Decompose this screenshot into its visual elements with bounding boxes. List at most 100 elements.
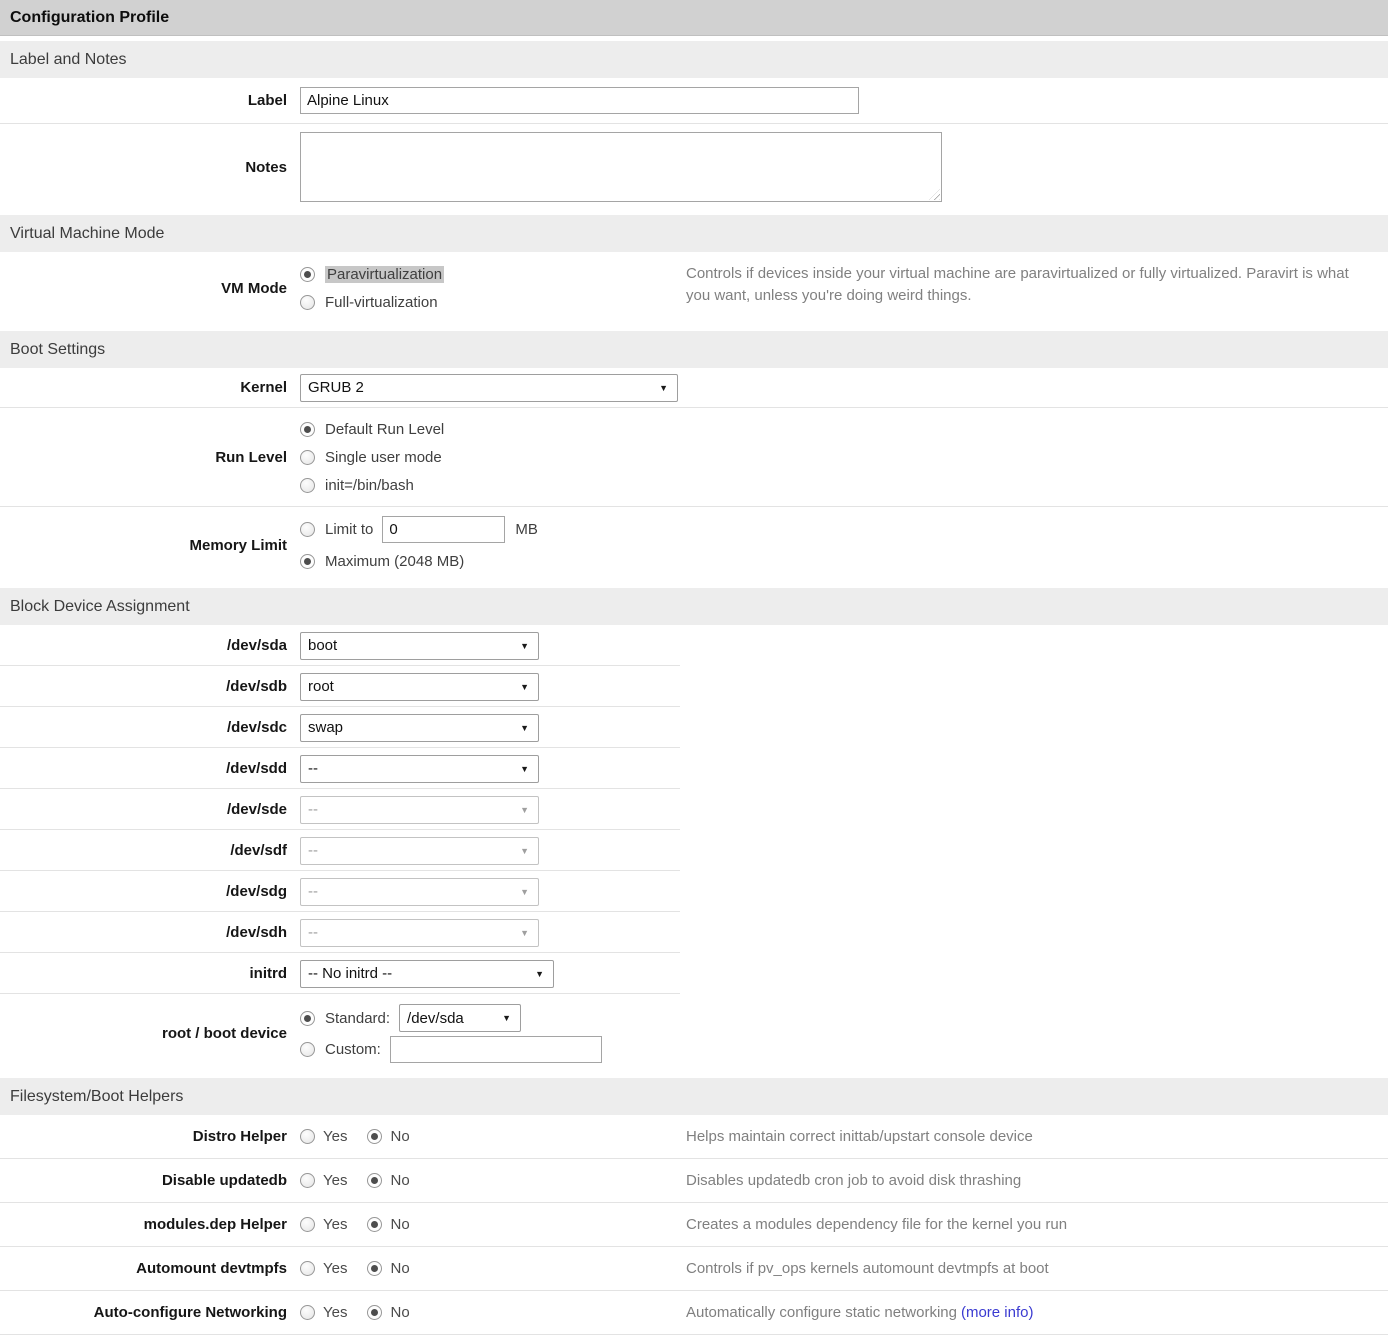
dev-sda-label: /dev/sda <box>0 637 300 654</box>
disable-updatedb-row: Disable updatedb Yes No Disables updated… <box>0 1159 1388 1203</box>
memory-limit-to-label[interactable]: Limit to <box>325 521 373 538</box>
notes-textarea[interactable] <box>300 132 942 202</box>
modules-dep-yes-label[interactable]: Yes <box>323 1216 347 1233</box>
automount-devtmpfs-yes-radio[interactable] <box>300 1261 315 1276</box>
vm-mode-full-virtualization-radio[interactable] <box>300 295 315 310</box>
disable-updatedb-yes-label[interactable]: Yes <box>323 1172 347 1189</box>
run-level-default-radio[interactable] <box>300 422 315 437</box>
modules-dep-no-radio[interactable] <box>367 1217 382 1232</box>
dev-sdh-label: /dev/sdh <box>0 924 300 941</box>
chevron-down-icon: ▼ <box>520 805 529 815</box>
automount-devtmpfs-row: Automount devtmpfs Yes No Controls if pv… <box>0 1247 1388 1291</box>
device-row-sdg: /dev/sdg -- ▼ <box>0 871 1388 912</box>
label-row: Label <box>0 78 1388 124</box>
auto-configure-networking-no-label[interactable]: No <box>390 1304 409 1321</box>
automount-devtmpfs-no-radio[interactable] <box>367 1261 382 1276</box>
dev-sdc-select[interactable]: swap ▼ <box>300 714 539 742</box>
chevron-down-icon: ▼ <box>502 1013 511 1023</box>
memory-limit-input[interactable] <box>382 516 505 543</box>
device-row-sdc: /dev/sdc swap ▼ <box>0 707 1388 748</box>
initrd-select[interactable]: -- No initrd -- ▼ <box>300 960 554 988</box>
vm-mode-paravirtualization-label[interactable]: Paravirtualization <box>325 266 444 283</box>
distro-helper-row: Distro Helper Yes No Helps maintain corr… <box>0 1115 1388 1159</box>
device-row-sdf: /dev/sdf -- ▼ <box>0 830 1388 871</box>
chevron-down-icon: ▼ <box>535 969 544 979</box>
section-header-vm-mode: Virtual Machine Mode <box>0 215 1388 252</box>
root-device-standard-label[interactable]: Standard: <box>325 1010 390 1027</box>
chevron-down-icon: ▼ <box>520 928 529 938</box>
section-header-label-and-notes: Label and Notes <box>0 41 1388 78</box>
disable-updatedb-yes-radio[interactable] <box>300 1173 315 1188</box>
root-boot-device-label: root / boot device <box>0 1025 300 1042</box>
root-boot-device-row: root / boot device Standard: /dev/sda ▼ … <box>0 994 1388 1073</box>
run-level-single-user-radio[interactable] <box>300 450 315 465</box>
modules-dep-help-text: Creates a modules dependency file for th… <box>686 1214 1095 1236</box>
modules-dep-no-label[interactable]: No <box>390 1216 409 1233</box>
root-device-custom-label[interactable]: Custom: <box>325 1041 381 1058</box>
modules-dep-yes-radio[interactable] <box>300 1217 315 1232</box>
device-row-sde: /dev/sde -- ▼ <box>0 789 1388 830</box>
distro-helper-yes-radio[interactable] <box>300 1129 315 1144</box>
root-device-standard-radio[interactable] <box>300 1011 315 1026</box>
device-row-sdh: /dev/sdh -- ▼ <box>0 912 1388 953</box>
memory-limit-to-radio[interactable] <box>300 522 315 537</box>
dev-sdf-select[interactable]: -- ▼ <box>300 837 539 865</box>
vm-mode-help-text: Controls if devices inside your virtual … <box>686 263 1386 307</box>
notes-row: Notes <box>0 124 1388 210</box>
dev-sdb-select[interactable]: root ▼ <box>300 673 539 701</box>
dev-sdc-label: /dev/sdc <box>0 719 300 736</box>
chevron-down-icon: ▼ <box>520 887 529 897</box>
distro-helper-no-label[interactable]: No <box>390 1128 409 1145</box>
chevron-down-icon: ▼ <box>520 641 529 651</box>
vm-mode-row: VM Mode Paravirtualization Full-virtuali… <box>0 252 1388 326</box>
chevron-down-icon: ▼ <box>659 383 668 393</box>
chevron-down-icon: ▼ <box>520 846 529 856</box>
modules-dep-helper-label: modules.dep Helper <box>0 1216 300 1233</box>
automount-devtmpfs-yes-label[interactable]: Yes <box>323 1260 347 1277</box>
disable-updatedb-no-label[interactable]: No <box>390 1172 409 1189</box>
label-input[interactable] <box>300 87 859 114</box>
vm-mode-full-virtualization-label[interactable]: Full-virtualization <box>325 294 438 311</box>
dev-sdf-label: /dev/sdf <box>0 842 300 859</box>
modules-dep-helper-row: modules.dep Helper Yes No Creates a modu… <box>0 1203 1388 1247</box>
automount-devtmpfs-no-label[interactable]: No <box>390 1260 409 1277</box>
disable-updatedb-no-radio[interactable] <box>367 1173 382 1188</box>
initrd-row: initrd -- No initrd -- ▼ <box>0 953 1388 994</box>
notes-field-label: Notes <box>0 159 300 176</box>
dev-sdh-select[interactable]: -- ▼ <box>300 919 539 947</box>
dev-sde-select[interactable]: -- ▼ <box>300 796 539 824</box>
distro-helper-yes-label[interactable]: Yes <box>323 1128 347 1145</box>
kernel-row: Kernel GRUB 2 ▼ <box>0 368 1388 408</box>
auto-configure-networking-yes-label[interactable]: Yes <box>323 1304 347 1321</box>
root-device-custom-input[interactable] <box>390 1036 602 1063</box>
dev-sda-select[interactable]: boot ▼ <box>300 632 539 660</box>
dev-sdd-select[interactable]: -- ▼ <box>300 755 539 783</box>
auto-configure-networking-no-radio[interactable] <box>367 1305 382 1320</box>
run-level-row: Run Level Default Run Level Single user … <box>0 408 1388 507</box>
memory-limit-row: Memory Limit Limit to MB Maximum (2048 M… <box>0 507 1388 583</box>
auto-configure-networking-yes-radio[interactable] <box>300 1305 315 1320</box>
section-header-block-devices: Block Device Assignment <box>0 588 1388 625</box>
device-row-sdd: /dev/sdd -- ▼ <box>0 748 1388 789</box>
initrd-label: initrd <box>0 965 300 982</box>
vm-mode-label: VM Mode <box>0 280 300 297</box>
memory-limit-label: Memory Limit <box>0 537 300 554</box>
dev-sdg-label: /dev/sdg <box>0 883 300 900</box>
run-level-init-bash-label[interactable]: init=/bin/bash <box>325 477 414 494</box>
root-device-custom-radio[interactable] <box>300 1042 315 1057</box>
more-info-link[interactable]: (more info) <box>961 1304 1034 1321</box>
memory-maximum-radio[interactable] <box>300 554 315 569</box>
memory-maximum-label[interactable]: Maximum (2048 MB) <box>325 553 464 570</box>
auto-configure-networking-label: Auto-configure Networking <box>0 1304 300 1321</box>
run-level-init-bash-radio[interactable] <box>300 478 315 493</box>
run-level-default-label[interactable]: Default Run Level <box>325 421 444 438</box>
root-device-standard-select[interactable]: /dev/sda ▼ <box>399 1004 521 1032</box>
dev-sdg-select[interactable]: -- ▼ <box>300 878 539 906</box>
auto-configure-networking-row: Auto-configure Networking Yes No Automat… <box>0 1291 1388 1335</box>
distro-helper-no-radio[interactable] <box>367 1129 382 1144</box>
automount-devtmpfs-label: Automount devtmpfs <box>0 1260 300 1277</box>
vm-mode-paravirtualization-radio[interactable] <box>300 267 315 282</box>
run-level-single-user-label[interactable]: Single user mode <box>325 449 442 466</box>
kernel-select[interactable]: GRUB 2 ▼ <box>300 374 678 402</box>
disable-updatedb-help-text: Disables updatedb cron job to avoid disk… <box>686 1170 1049 1192</box>
